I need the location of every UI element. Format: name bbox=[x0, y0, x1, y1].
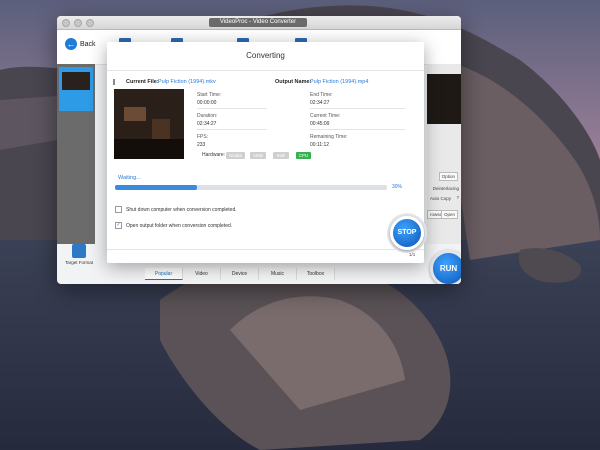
duration-label: Duration: bbox=[197, 113, 218, 119]
duration-value: 02:34:27 bbox=[197, 121, 217, 127]
hardware-chip-amd[interactable]: AMD bbox=[250, 152, 266, 159]
remaining-time-label: Remaining Time: bbox=[310, 134, 348, 140]
tab-toolbox[interactable]: Toolbox bbox=[297, 268, 335, 280]
open-folder-option[interactable]: ✓ Open output folder when conversion com… bbox=[115, 222, 232, 229]
progress-bar-fill bbox=[115, 185, 197, 190]
minimize-window-button[interactable] bbox=[74, 19, 82, 27]
video-thumbnail bbox=[62, 72, 90, 90]
deinterlacing-option[interactable]: Deinterlacing bbox=[433, 186, 459, 191]
output-name-value: Pulp Fiction (1994).mp4 bbox=[310, 79, 369, 85]
end-time-value: 02:34:27 bbox=[310, 100, 330, 106]
hardware-label: Hardware: bbox=[202, 152, 226, 158]
start-time-label: Start Time: bbox=[197, 92, 222, 98]
video-list-panel bbox=[57, 64, 95, 244]
conversion-status: Waiting... bbox=[118, 175, 141, 181]
open-folder-label: Open output folder when conversion compl… bbox=[126, 222, 233, 229]
shutdown-label: Shut down computer when conversion compl… bbox=[126, 206, 237, 213]
format-category-tabs: Popular Video Device Music Toolbox bbox=[145, 268, 335, 280]
auto-copy-option[interactable]: Auto Copy bbox=[430, 196, 451, 201]
dialog-title: Converting bbox=[107, 42, 424, 71]
end-time-label: End Time: bbox=[310, 92, 333, 98]
window-title: VideoProc - Video Converter bbox=[209, 18, 307, 27]
output-name-label: Output Name: bbox=[275, 79, 312, 85]
window-controls bbox=[62, 19, 94, 27]
fps-label: FPS: bbox=[197, 134, 209, 140]
stop-button[interactable]: STOP bbox=[390, 216, 424, 250]
current-time-label: Current Time: bbox=[310, 113, 341, 119]
back-arrow-icon: ← bbox=[65, 38, 77, 50]
divider bbox=[310, 129, 405, 130]
divider bbox=[197, 129, 267, 130]
remaining-time-value: 00:11:12 bbox=[310, 142, 330, 148]
output-preview bbox=[427, 74, 461, 124]
converting-dialog: Converting Current File: Pulp Fiction (1… bbox=[107, 42, 427, 263]
progress-percent: 30% bbox=[392, 184, 403, 190]
start-time-value: 00:00:00 bbox=[197, 100, 217, 106]
target-format[interactable]: Target Format bbox=[63, 244, 95, 265]
close-window-button[interactable] bbox=[62, 19, 70, 27]
option-button[interactable]: Option bbox=[438, 172, 458, 181]
run-button[interactable]: RUN bbox=[430, 250, 461, 284]
tab-popular[interactable]: Popular bbox=[145, 268, 183, 280]
hardware-chip-intel[interactable]: Intel bbox=[273, 152, 289, 159]
title-bar[interactable]: VideoProc - Video Converter bbox=[57, 16, 461, 30]
drag-handle-icon bbox=[113, 79, 115, 85]
back-label: Back bbox=[80, 40, 96, 48]
shutdown-checkbox[interactable] bbox=[115, 206, 122, 213]
shutdown-option[interactable]: Shut down computer when conversion compl… bbox=[115, 206, 237, 213]
current-file-value: Pulp Fiction (1994).mkv bbox=[158, 79, 216, 85]
tab-device[interactable]: Device bbox=[221, 268, 259, 280]
fps-value: 233 bbox=[197, 142, 206, 148]
tab-music[interactable]: Music bbox=[259, 268, 297, 280]
back-button[interactable]: ← Back bbox=[65, 38, 96, 50]
video-preview bbox=[114, 89, 184, 159]
divider bbox=[310, 108, 405, 109]
progress-bar bbox=[115, 185, 387, 190]
current-file-label: Current File: bbox=[126, 79, 159, 85]
video-list-item[interactable] bbox=[59, 67, 93, 111]
help-icon[interactable]: ? bbox=[456, 195, 459, 200]
target-format-icon bbox=[72, 244, 86, 258]
open-folder-checkbox[interactable]: ✓ bbox=[115, 222, 122, 229]
open-button[interactable]: Open bbox=[440, 210, 458, 219]
tab-video[interactable]: Video bbox=[183, 268, 221, 280]
divider bbox=[107, 249, 424, 250]
target-format-label: Target Format bbox=[64, 260, 93, 265]
hardware-chip-nvidia[interactable]: Nvidia bbox=[226, 152, 245, 159]
output-settings-panel: Option Deinterlacing Auto Copy ? rowse O… bbox=[426, 64, 461, 244]
current-time-value: 00:45:09 bbox=[310, 121, 330, 127]
zoom-window-button[interactable] bbox=[86, 19, 94, 27]
divider bbox=[197, 108, 267, 109]
hardware-chip-cpu[interactable]: CPU bbox=[296, 152, 311, 159]
